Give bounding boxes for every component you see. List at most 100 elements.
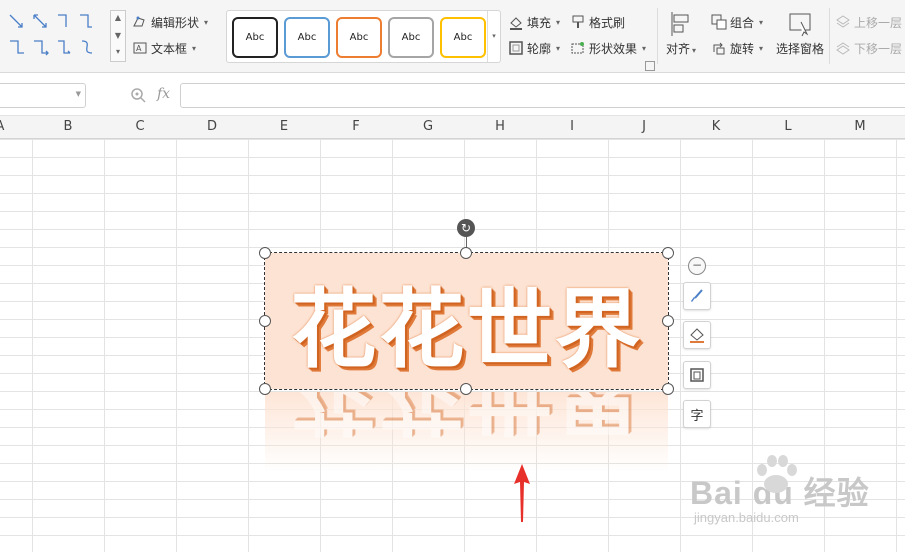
ribbon-divider	[829, 8, 830, 64]
shape-style-tool[interactable]	[683, 282, 711, 310]
connector-gallery-scroll[interactable]: ▲ ▼ ▾	[110, 10, 126, 62]
chevron-down-icon: ▾	[759, 17, 764, 27]
column-header[interactable]: C	[104, 116, 176, 138]
formula-bar-area: ▼ fx	[0, 73, 905, 116]
edit-shape-label: 编辑形状	[151, 15, 200, 30]
group-icon	[711, 14, 727, 30]
shape-effects-label: 形状效果	[589, 41, 638, 56]
ribbon-toolbar: ▲ ▼ ▾ 编辑形状 ▾ A 文本框 ▾ Abc Abc Abc Abc Abc ▾…	[0, 0, 905, 73]
connector-shapes-gallery[interactable]	[0, 8, 112, 60]
fill-button[interactable]: 填充 ▾	[508, 11, 560, 33]
bring-forward-icon	[836, 15, 850, 28]
format-painter-label: 格式刷	[589, 15, 626, 30]
shape-effects-icon	[571, 42, 584, 54]
chevron-down-icon: ▾	[692, 46, 697, 55]
formula-input[interactable]	[180, 83, 905, 108]
expand-gallery-icon[interactable]: ▾	[113, 47, 123, 57]
reflected-art-text: 花花世界	[290, 392, 643, 445]
column-header[interactable]: E	[248, 116, 320, 138]
style-swatch-3[interactable]: Abc	[336, 17, 382, 58]
column-header[interactable]: A	[0, 116, 36, 138]
resize-handle-right[interactable]	[662, 315, 674, 327]
brush-icon	[691, 289, 703, 302]
paw-logo-icon	[757, 455, 797, 493]
edit-shape-icon	[133, 16, 145, 27]
name-box[interactable]: ▼	[0, 83, 86, 108]
rotate-handle-icon[interactable]: ↻	[457, 219, 475, 237]
style-swatch-4[interactable]: Abc	[388, 17, 434, 58]
text-box-icon: A	[133, 42, 147, 54]
style-gallery-expand-icon[interactable]: ▾	[487, 11, 500, 62]
rotate-icon	[713, 42, 725, 55]
column-header[interactable]: G	[392, 116, 464, 138]
resize-handle-top[interactable]	[460, 247, 472, 259]
svg-text:A: A	[136, 44, 142, 53]
text-wrap-tool[interactable]: 字	[683, 400, 711, 428]
selection-pane-label: 选择窗格	[776, 42, 825, 56]
column-header[interactable]: K	[680, 116, 752, 138]
align-label: 对齐	[666, 42, 691, 56]
baidu-watermark: Bai du 经验 jingyan.baidu.com	[690, 455, 870, 525]
shape-fill-tool[interactable]	[683, 321, 711, 349]
collapse-toolbar-icon[interactable]: −	[688, 257, 706, 275]
outline-button[interactable]: 轮廓 ▾	[508, 37, 560, 59]
text-wrap-icon: 字	[690, 408, 704, 424]
align-button[interactable]: 对齐 ▾	[666, 10, 696, 57]
send-backward-label: 下移一层	[854, 41, 903, 56]
bring-forward-label: 上移一层	[854, 15, 903, 30]
chevron-down-icon: ▾	[192, 43, 197, 53]
chevron-down-icon: ▾	[556, 43, 561, 53]
edit-shape-button[interactable]: 编辑形状 ▾	[132, 11, 208, 33]
shape-effects-button[interactable]: 形状效果 ▾	[570, 37, 646, 59]
group-label: 组合	[730, 15, 755, 30]
format-painter-icon	[572, 15, 584, 28]
fx-icon[interactable]: fx	[157, 86, 170, 102]
send-backward-button[interactable]: 下移一层	[835, 37, 902, 59]
selection-pane-button[interactable]: 选择窗格	[776, 10, 824, 57]
selection-pane-icon	[789, 13, 811, 37]
shape-style-gallery: Abc Abc Abc Abc Abc ▾	[226, 10, 501, 63]
resize-handle-bottom[interactable]	[460, 383, 472, 395]
chevron-down-icon: ▾	[204, 17, 209, 27]
red-arrow-icon	[514, 464, 530, 522]
outline-icon	[690, 368, 704, 382]
shape-outline-tool[interactable]	[683, 361, 711, 389]
bring-forward-button[interactable]: 上移一层	[835, 11, 902, 33]
outline-icon	[509, 41, 523, 55]
resize-handle-bottom-right[interactable]	[662, 383, 674, 395]
chevron-down-icon: ▾	[556, 17, 561, 27]
resize-handle-bottom-left[interactable]	[259, 383, 271, 395]
format-painter-button[interactable]: 格式刷	[570, 11, 625, 33]
chevron-down-icon: ▾	[642, 43, 647, 53]
scroll-up-icon[interactable]: ▲	[113, 13, 123, 23]
style-swatch-2[interactable]: Abc	[284, 17, 330, 58]
style-swatch-1[interactable]: Abc	[232, 17, 278, 58]
text-box-label: 文本框	[151, 41, 188, 56]
column-header[interactable]: L	[752, 116, 824, 138]
column-header[interactable]: F	[320, 116, 392, 138]
art-text[interactable]: 花花世界	[265, 253, 668, 389]
column-header[interactable]: I	[536, 116, 608, 138]
resize-handle-left[interactable]	[259, 315, 271, 327]
resize-handle-top-left[interactable]	[259, 247, 271, 259]
dialog-launcher-icon[interactable]	[645, 61, 655, 71]
group-button[interactable]: 组合 ▾	[711, 11, 763, 33]
rotate-button[interactable]: 旋转 ▾	[711, 37, 763, 59]
scroll-down-icon[interactable]: ▼	[113, 31, 123, 41]
paint-bucket-icon	[690, 328, 704, 343]
chevron-down-icon[interactable]: ▼	[76, 90, 81, 98]
send-backward-icon	[836, 42, 850, 55]
column-header[interactable]: M	[824, 116, 896, 138]
column-header[interactable]: B	[32, 116, 104, 138]
chevron-down-icon: ▾	[759, 43, 764, 53]
column-header[interactable]: J	[608, 116, 680, 138]
column-header[interactable]: D	[176, 116, 248, 138]
text-box-button[interactable]: A 文本框 ▾	[132, 37, 196, 59]
style-swatch-5[interactable]: Abc	[440, 17, 486, 58]
wordart-shape[interactable]: 花花世界	[264, 252, 669, 390]
resize-handle-top-right[interactable]	[662, 247, 674, 259]
text-reflection: 花花世界	[265, 392, 668, 472]
column-header[interactable]: H	[464, 116, 536, 138]
fill-label: 填充	[527, 15, 552, 30]
zoom-icon[interactable]	[130, 87, 146, 103]
